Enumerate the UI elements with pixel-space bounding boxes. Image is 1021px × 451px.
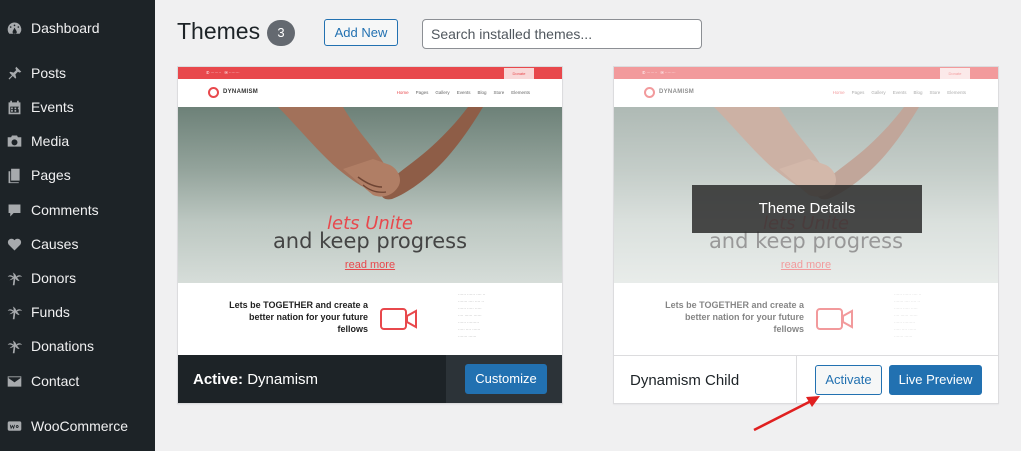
palm-tree-icon (4, 268, 24, 288)
dashboard-icon (4, 18, 24, 38)
footer-divider (796, 356, 797, 403)
search-themes-input[interactable] (422, 19, 702, 49)
admin-sidebar: Dashboard Posts Events Media Pages Comme… (0, 0, 155, 451)
preview-together-text: Lets be TOGETHER and create a better nat… (229, 300, 368, 334)
handshake-image (278, 107, 483, 200)
preview-topbar: ✆ ········ ✉ ········ Donate (178, 67, 562, 79)
sidebar-item-dashboard[interactable]: Dashboard (0, 11, 155, 45)
activate-button[interactable]: Activate (815, 365, 882, 395)
sidebar-item-events[interactable]: Events (0, 90, 155, 124)
preview-contact-info: ✆ ········ ✉ ········ (206, 70, 240, 75)
theme-name: Dynamism Child (630, 372, 740, 389)
sidebar-item-pages[interactable]: Pages (0, 158, 155, 192)
theme-details-button[interactable]: Theme Details (692, 185, 922, 233)
preview-logo-icon (208, 87, 219, 98)
media-icon (4, 131, 24, 151)
theme-screenshot[interactable]: ✆ ········ ✉ ········ Donate DYNAMISM Ho… (614, 67, 998, 355)
sidebar-item-contact[interactable]: Contact (0, 364, 155, 398)
heart-hand-icon (4, 234, 24, 254)
video-camera-icon (380, 308, 417, 330)
woocommerce-icon (4, 416, 24, 436)
palm-tree-icon (4, 336, 24, 356)
sidebar-item-label: Contact (31, 373, 80, 389)
sidebar-item-label: Donations (31, 338, 95, 354)
preview-donate-button: Donate (504, 68, 534, 79)
pages-icon (4, 165, 24, 185)
preview-paragraph: ······ ······ ···· ·· ······· ···· ···· ·… (458, 292, 486, 339)
sidebar-item-label: Causes (31, 236, 79, 252)
sidebar-item-label: Donors (31, 270, 77, 286)
sidebar-item-woocommerce[interactable]: WooCommerce (0, 409, 155, 443)
customize-button[interactable]: Customize (465, 364, 547, 394)
pushpin-icon (4, 63, 24, 83)
sidebar-item-comments[interactable]: Comments (0, 193, 155, 227)
sidebar-item-donors[interactable]: Donors (0, 261, 155, 295)
theme-card[interactable]: ✆ ········ ✉ ········ Donate DYNAMISM Ho… (613, 66, 999, 404)
comment-icon (4, 200, 24, 220)
envelope-icon (4, 371, 24, 391)
theme-card-footer: Dynamism Child Activate Live Preview (614, 355, 998, 403)
palm-tree-icon (4, 302, 24, 322)
preview-logo-text: DYNAMISM (223, 89, 259, 95)
preview-read-more-link: read more (344, 259, 396, 271)
active-theme-label: Active: Dynamism (193, 371, 319, 388)
theme-card-active[interactable]: ✆ ········ ✉ ········ Donate DYNAMISM Ho… (177, 66, 563, 404)
sidebar-item-posts[interactable]: Posts (0, 56, 155, 90)
sidebar-item-funds[interactable]: Funds (0, 295, 155, 329)
sidebar-item-label: Media (31, 133, 70, 149)
sidebar-item-label: Pages (31, 167, 71, 183)
live-preview-button[interactable]: Live Preview (889, 365, 982, 395)
sidebar-item-label: Dashboard (31, 20, 100, 36)
sidebar-item-label: WooCommerce (31, 418, 128, 434)
preview-hero: lets Unite and keep progress read more (178, 107, 562, 283)
sidebar-item-media[interactable]: Media (0, 124, 155, 158)
sidebar-item-causes[interactable]: Causes (0, 227, 155, 261)
sidebar-item-label: Posts (31, 65, 67, 81)
preview-nav-links: Home Pages Gallery Events Blog Store Elements (396, 90, 530, 95)
sidebar-item-label: Comments (31, 202, 99, 218)
preview-navbar: DYNAMISM Home Pages Gallery Events Blog Store… (178, 79, 562, 107)
add-new-button[interactable]: Add New (324, 19, 398, 46)
calendar-icon (4, 97, 24, 117)
sidebar-item-label: Events (31, 99, 74, 115)
preview-lower-section: Lets be TOGETHER and create a better nat… (178, 283, 562, 355)
preview-hero-title: and keep progress (272, 229, 468, 253)
sidebar-item-label: Funds (31, 304, 70, 320)
page-title: Themes (177, 18, 261, 44)
sidebar-item-donations[interactable]: Donations (0, 329, 155, 363)
theme-screenshot[interactable]: ✆ ········ ✉ ········ Donate DYNAMISM Ho… (178, 67, 562, 355)
theme-card-footer: Active: Dynamism Customize (178, 355, 562, 403)
theme-count-badge: 3 (267, 20, 295, 46)
